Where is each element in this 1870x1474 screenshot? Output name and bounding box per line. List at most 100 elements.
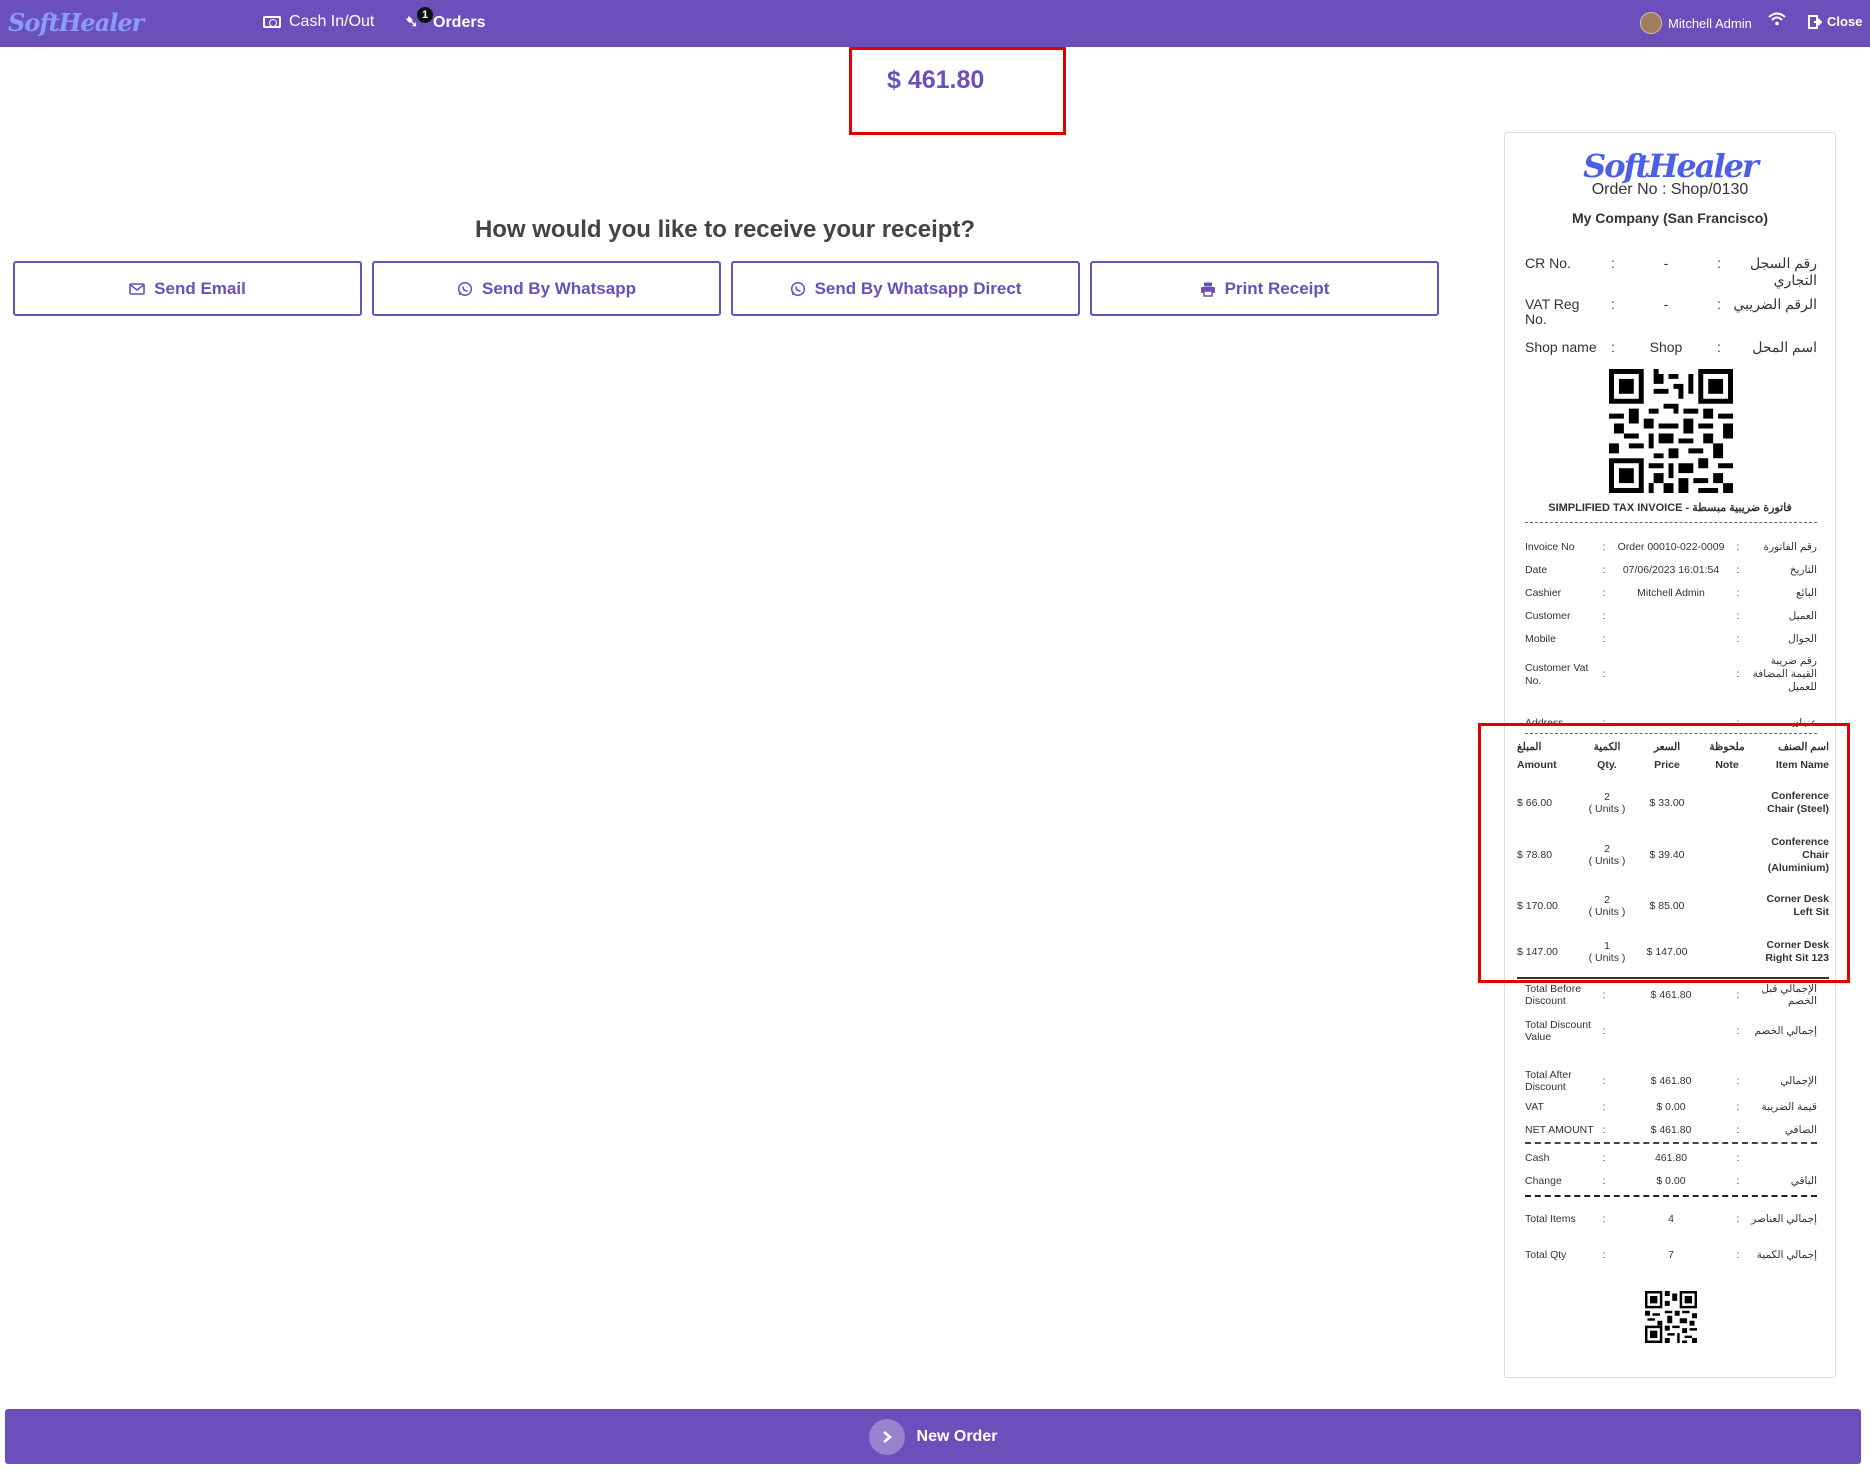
row-value: $ 0.00 <box>1656 1175 1686 1187</box>
top-bar: SoftHealer Cash In/Out ➷ 1 Orders Mitchel… <box>0 0 1870 47</box>
user-name: Mitchell Admin <box>1668 15 1752 31</box>
header-row-cr: CR No.: -: رقم السجل التجاري <box>1525 255 1817 289</box>
payment-row: Change: $ 0.00: الباقي <box>1525 1175 1817 1187</box>
orders-icon: ➷ 1 <box>405 7 433 33</box>
row-value: Mitchell Admin <box>1637 587 1705 599</box>
row-label-ar: العميل <box>1788 610 1817 622</box>
row-label-ar: الإجمالي قبل الخصم <box>1761 983 1817 1007</box>
row-label: VAT <box>1525 1101 1544 1113</box>
info-row: Customer Vat No.:: رقم ضريبة القيمة المضا… <box>1525 655 1817 694</box>
colon: : <box>1602 1124 1606 1136</box>
colon: : <box>1736 564 1740 576</box>
colon: : <box>1736 541 1740 553</box>
total-row: Total Discount Value:: إجمالي الخصم <box>1525 1019 1817 1043</box>
user-menu[interactable]: Mitchell Admin <box>1640 12 1752 34</box>
colon: : <box>1736 1213 1740 1225</box>
colon: : <box>1736 668 1740 680</box>
brand-logo: SoftHealer <box>8 8 144 37</box>
row-label-ar: اسم المحل <box>1752 339 1817 355</box>
row-label-ar: إجمالي الكمية <box>1756 1249 1817 1261</box>
colon: : <box>1602 989 1606 1001</box>
row-value: $ 461.80 <box>1650 1124 1692 1136</box>
row-label-ar: الجوال <box>1788 633 1817 645</box>
wifi-icon <box>1768 12 1786 31</box>
avatar <box>1640 12 1662 34</box>
colon: : <box>1602 610 1606 622</box>
row-label-ar: قيمة الضريبة <box>1761 1101 1817 1113</box>
send-email-button[interactable]: Send Email <box>13 261 362 316</box>
orders-button[interactable]: ➷ 1 Orders <box>405 7 485 33</box>
close-button[interactable]: Close <box>1808 14 1862 29</box>
colon: : <box>1602 1152 1606 1164</box>
row-value: 07/06/2023 16:01:54 <box>1622 564 1720 576</box>
payment-row: Cash: 461.80: <box>1525 1152 1817 1164</box>
info-row: Date: 07/06/2023 16:01:54: التاريخ <box>1525 564 1817 576</box>
print-receipt-button[interactable]: Print Receipt <box>1090 261 1439 316</box>
row-label-ar: رقم السجل التجاري <box>1750 255 1817 288</box>
colon: : <box>1602 1025 1606 1037</box>
row-value: Shop <box>1649 339 1683 355</box>
colon: : <box>1602 1075 1606 1087</box>
row-value: 7 <box>1668 1249 1674 1261</box>
colon: : <box>1602 1101 1606 1113</box>
colon: : <box>1611 255 1615 271</box>
row-label: Customer <box>1525 610 1571 622</box>
row-value: $ 461.80 <box>1650 989 1692 1001</box>
send-whatsapp-direct-button[interactable]: Send By Whatsapp Direct <box>731 261 1080 316</box>
row-label-ar: الرقم الضريبي <box>1733 296 1817 312</box>
row-label: Cashier <box>1525 587 1562 599</box>
cash-in-out-button[interactable]: Cash In/Out <box>263 13 374 31</box>
colon: : <box>1602 1249 1606 1261</box>
row-label-ar: الباقي <box>1790 1175 1817 1187</box>
qr-code-small-icon <box>1645 1291 1697 1343</box>
receipt-actions: Send Email Send By Whatsapp Send By What… <box>13 261 1439 316</box>
row-label: Total Discount Value <box>1525 1019 1591 1043</box>
row-label-ar: الصافي <box>1784 1124 1817 1136</box>
receipt-logo: SoftHealer <box>1583 147 1759 185</box>
row-label: Total After Discount <box>1525 1069 1572 1093</box>
divider <box>1525 1195 1817 1197</box>
orders-badge: 1 <box>417 7 433 23</box>
row-label: CR No. <box>1525 255 1571 271</box>
send-whatsapp-button[interactable]: Send By Whatsapp <box>372 261 721 316</box>
sign-out-icon <box>1808 14 1822 29</box>
colon: : <box>1602 1175 1606 1187</box>
new-order-button[interactable]: New Order <box>5 1409 1861 1464</box>
row-label: Total Items <box>1525 1213 1576 1225</box>
row-label: Cash <box>1525 1152 1550 1164</box>
info-row: Mobile:: الجوال <box>1525 633 1817 645</box>
row-label: Shop name <box>1525 339 1597 355</box>
cash-in-out-label: Cash In/Out <box>289 13 375 30</box>
total-row: VAT: $ 0.00: قيمة الضريبة <box>1525 1101 1817 1113</box>
row-label: Invoice No <box>1525 541 1575 553</box>
send-email-label: Send Email <box>154 278 246 298</box>
row-value: 4 <box>1668 1213 1674 1225</box>
colon: : <box>1736 1025 1740 1037</box>
colon: : <box>1736 587 1740 599</box>
row-label: Customer Vat No. <box>1525 661 1589 687</box>
row-label-ar: إجمالي الخصم <box>1754 1025 1817 1037</box>
chevron-right-icon <box>868 1418 905 1455</box>
divider <box>1525 522 1817 523</box>
colon: : <box>1602 564 1606 576</box>
header-row-vat: VAT Reg No.: -: الرقم الضريبي <box>1525 297 1817 327</box>
row-label: NET AMOUNT <box>1525 1124 1594 1136</box>
row-value: 461.80 <box>1654 1152 1688 1164</box>
receipt-question: How would you like to receive your recei… <box>474 216 976 243</box>
send-whatsapp-label: Send By Whatsapp <box>482 278 636 298</box>
total-amount: $ 461.80 <box>887 66 985 94</box>
row-label-ar: التاريخ <box>1789 564 1817 576</box>
qr-code-icon <box>1609 369 1733 493</box>
colon: : <box>1736 1175 1740 1187</box>
summary-row: Total Items: 4: إجمالي العناصر <box>1525 1213 1817 1225</box>
colon: : <box>1736 1249 1740 1261</box>
receipt-order-number: Order No : Shop/0130 <box>1591 181 1749 198</box>
row-label-ar: رقم الفاتورة <box>1763 541 1817 553</box>
row-label: Total Before Discount <box>1525 983 1582 1007</box>
divider <box>1525 1142 1817 1144</box>
total-row: NET AMOUNT: $ 461.80: الصافي <box>1525 1124 1817 1136</box>
receipt-company: My Company (San Francisco) <box>1571 210 1769 226</box>
whatsapp-icon <box>790 281 805 296</box>
items-highlight-box <box>1478 723 1850 983</box>
row-value: $ 461.80 <box>1650 1075 1692 1087</box>
